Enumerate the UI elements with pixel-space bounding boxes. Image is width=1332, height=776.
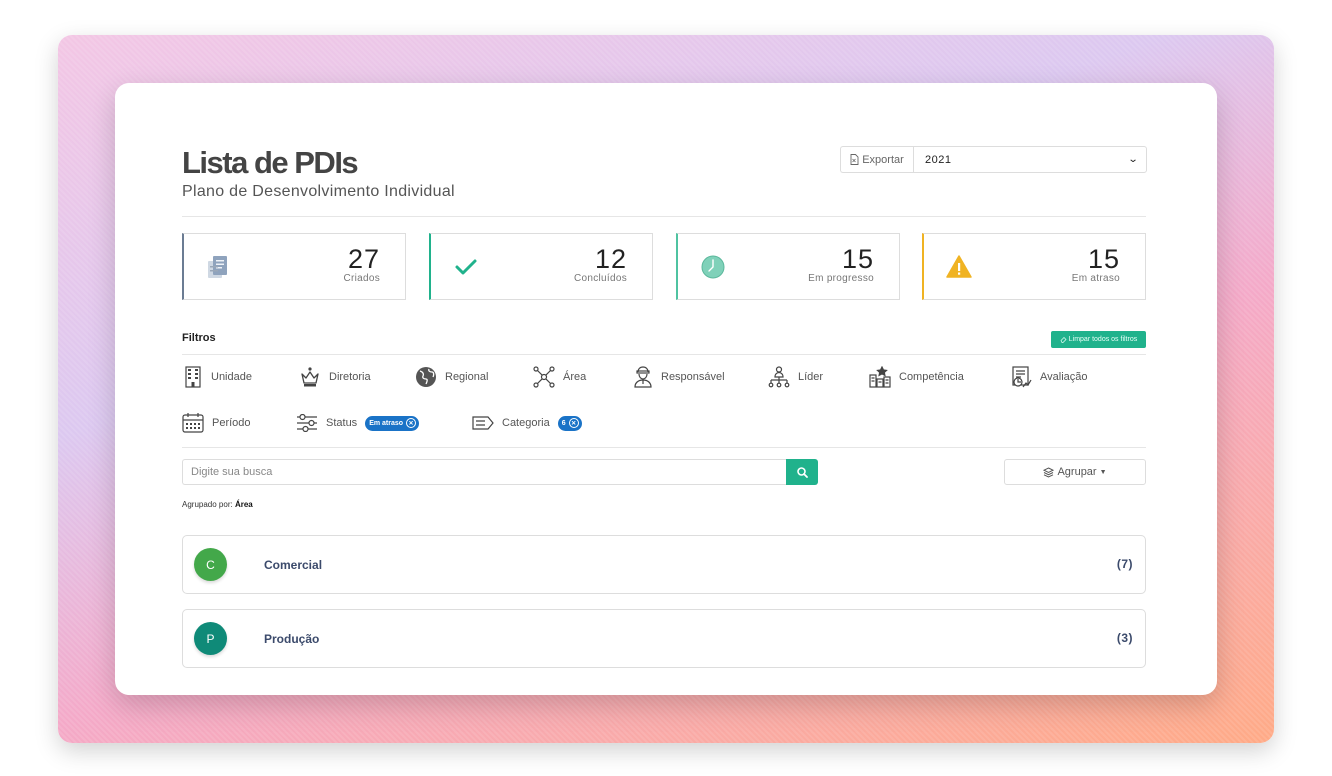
search-button[interactable] [786, 459, 818, 485]
search-icon [796, 466, 808, 478]
filter-label: Líder [798, 371, 824, 383]
tag-icon [472, 416, 494, 430]
stat-card-in-progress: 15 Em progresso [676, 233, 900, 300]
grouped-by-label: Agrupado por: [182, 500, 233, 509]
filter-categoria[interactable]: Categoria 6 ✕ [472, 411, 582, 435]
filter-label: Status [326, 417, 358, 429]
group-by-label: Agrupar [1057, 466, 1097, 478]
calendar-icon [182, 413, 204, 433]
clear-filters-button[interactable]: Limpar todos os filtros [1051, 331, 1146, 348]
globe-icon [416, 367, 436, 387]
stat-value: 12 [594, 244, 627, 274]
evaluation-icon [1012, 366, 1032, 388]
check-icon [451, 252, 481, 282]
crown-icon [301, 367, 319, 387]
clear-filters-label: Limpar todos os filtros [1068, 336, 1138, 343]
category-filter-chip[interactable]: 6 ✕ [557, 415, 582, 431]
chip-label: Em atraso [369, 419, 404, 427]
search-divider [182, 447, 1146, 448]
group-count: (3) [1116, 631, 1133, 645]
filter-diretoria[interactable]: Diretoria [299, 365, 371, 389]
filter-label: Diretoria [329, 371, 371, 383]
sliders-icon [297, 414, 317, 432]
building-icon [185, 366, 201, 388]
stat-label: Em atraso [1071, 273, 1120, 284]
year-select[interactable]: 2021 ⌄ [913, 146, 1147, 173]
filter-periodo[interactable]: Período [182, 411, 251, 435]
export-group: Exportar 2021 ⌄ [840, 146, 1147, 173]
header-divider [182, 216, 1146, 217]
export-label: Exportar [862, 153, 904, 166]
filter-label: Unidade [211, 371, 252, 383]
stat-label: Concluídos [573, 273, 627, 284]
stat-value: 15 [841, 244, 874, 274]
grouped-by-text: Agrupado por: Área [182, 500, 253, 509]
filters-divider [182, 354, 1146, 355]
filter-area[interactable]: Área [533, 365, 586, 389]
page-subtitle: Plano de Desenvolvimento Individual [182, 183, 455, 200]
person-icon [634, 366, 652, 388]
warning-icon [944, 252, 974, 282]
stat-value: 27 [347, 244, 380, 274]
avatar: C [194, 548, 227, 581]
network-icon [533, 366, 555, 388]
close-icon[interactable]: ✕ [406, 418, 417, 428]
filter-lider[interactable]: Líder [768, 365, 823, 389]
page-title: Lista de PDIs [182, 145, 359, 180]
competence-icon [869, 366, 891, 388]
export-button[interactable]: Exportar [840, 146, 913, 173]
eraser-icon [1060, 337, 1067, 343]
group-by-button[interactable]: Agrupar ▼ [1004, 459, 1146, 485]
caret-down-icon: ▼ [1099, 468, 1107, 476]
stat-card-completed: 12 Concluídos [429, 233, 653, 300]
filter-competencia[interactable]: Competência [869, 365, 964, 389]
documents-icon [204, 252, 234, 282]
filter-label: Competência [899, 371, 964, 383]
filter-label: Categoria [502, 417, 550, 429]
file-export-icon [850, 154, 859, 165]
layers-icon [1043, 466, 1055, 478]
status-filter-chip[interactable]: Em atraso ✕ [365, 415, 420, 431]
filter-regional[interactable]: Regional [415, 365, 488, 389]
group-count: (7) [1116, 557, 1133, 571]
filters-title: Filtros [182, 332, 216, 344]
group-row-comercial[interactable]: C Comercial (7) [182, 535, 1146, 594]
stat-card-created: 27 Criados [182, 233, 406, 300]
group-name: Comercial [264, 558, 323, 572]
search-input[interactable] [182, 459, 787, 485]
main-card: Lista de PDIs Plano de Desenvolvimento I… [115, 83, 1217, 695]
filter-unidade[interactable]: Unidade [183, 365, 252, 389]
stat-card-late: 15 Em atraso [922, 233, 1146, 300]
grouped-by-value: Área [234, 500, 253, 509]
chevron-down-icon: ⌄ [1127, 154, 1140, 165]
group-row-producao[interactable]: P Produção (3) [182, 609, 1146, 668]
close-icon[interactable]: ✕ [568, 418, 579, 428]
filter-label: Área [563, 371, 587, 383]
avatar: P [194, 622, 227, 655]
filter-avaliacao[interactable]: Avaliação [1010, 365, 1088, 389]
filter-responsavel[interactable]: Responsável [633, 365, 725, 389]
group-name: Produção [264, 632, 320, 646]
stat-label: Criados [343, 273, 380, 284]
stat-value: 15 [1087, 244, 1120, 274]
chip-label: 6 [561, 419, 566, 427]
filter-label: Período [212, 417, 251, 429]
filter-label: Responsável [661, 371, 725, 383]
filter-status[interactable]: Status Em atraso ✕ [296, 411, 420, 435]
clock-icon [698, 252, 728, 282]
filter-label: Regional [445, 371, 489, 383]
year-value: 2021 [925, 153, 952, 166]
stat-label: Em progresso [808, 273, 874, 284]
hierarchy-icon [768, 366, 790, 388]
filter-label: Avaliação [1040, 371, 1088, 383]
